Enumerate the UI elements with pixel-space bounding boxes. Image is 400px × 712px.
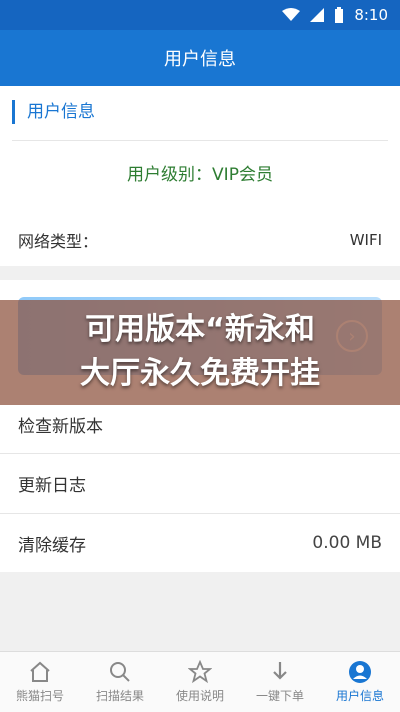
tab-panda-scan[interactable]: 熊猫扫号 xyxy=(0,652,80,712)
clear-cache-label: 清除缓存 xyxy=(18,535,86,556)
section-title: 用户信息 xyxy=(12,100,95,124)
tab-label: 用户信息 xyxy=(335,689,384,703)
bottom-tab-bar: 熊猫扫号 扫描结果 使用说明 一键下单 用户信息 xyxy=(0,651,400,712)
clear-cache-row[interactable]: 清除缓存 0.00 MB xyxy=(0,514,400,572)
status-time: 8:10 xyxy=(354,6,388,24)
app-bar: 用户信息 xyxy=(0,30,400,86)
home-icon xyxy=(30,661,50,682)
tab-label: 一键下单 xyxy=(255,689,304,703)
search-icon xyxy=(110,662,130,682)
tab-scan-results[interactable]: 扫描结果 xyxy=(80,652,160,712)
page-title: 用户信息 xyxy=(164,49,236,70)
cache-size: 0.00 MB xyxy=(312,533,382,553)
promo-line-2: 大厅永久免费开挂 xyxy=(80,356,320,391)
status-bar: 8:10 xyxy=(0,0,400,30)
tab-instructions[interactable]: 使用说明 xyxy=(160,652,240,712)
network-value: WIFI xyxy=(349,231,382,249)
tab-one-click-order[interactable]: 一键下单 xyxy=(240,652,320,712)
promo-text: 可用版本“新永和 大厅永久免费开挂 xyxy=(0,308,400,396)
changelog-row[interactable]: 更新日志 xyxy=(0,454,400,512)
user-level: 用户级别：VIP会员 xyxy=(127,165,273,185)
changelog-label: 更新日志 xyxy=(18,475,86,496)
network-label: 网络类型： xyxy=(18,232,99,251)
download-icon xyxy=(273,662,287,680)
tab-label: 使用说明 xyxy=(175,689,224,703)
network-row: 网络类型： WIFI xyxy=(0,222,400,258)
battery-icon xyxy=(335,7,344,23)
signal-icon xyxy=(310,8,325,22)
promo-line-1: 可用版本“新永和 xyxy=(85,312,315,347)
tab-label: 熊猫扫号 xyxy=(15,689,64,703)
wifi-icon xyxy=(282,8,301,21)
tab-user-info[interactable]: 用户信息 xyxy=(320,652,400,712)
divider xyxy=(12,140,388,141)
star-icon xyxy=(188,660,212,684)
user-icon xyxy=(349,661,371,683)
tab-label: 扫描结果 xyxy=(95,689,144,703)
check-update-label: 检查新版本 xyxy=(18,416,103,437)
